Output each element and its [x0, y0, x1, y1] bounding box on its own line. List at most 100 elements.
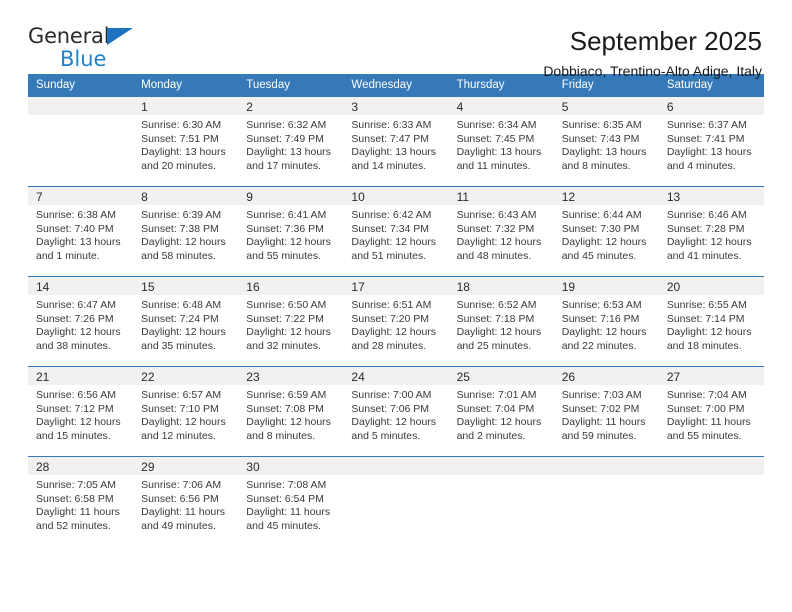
- daylight-text-line2: and 59 minutes.: [561, 429, 637, 442]
- calendar-page: General Blue September 2025 Dobbiaco, Tr…: [0, 0, 792, 612]
- calendar-day-cell[interactable]: 15 Sunrise: 6:48 AM Sunset: 7:24 PM Dayligh…: [133, 276, 239, 367]
- day-number: 28: [28, 457, 134, 475]
- sunrise-text: Sunrise: 6:32 AM: [246, 119, 327, 131]
- daylight-text-line1: Daylight: 12 hours: [456, 326, 542, 338]
- page-header: General Blue September 2025 Dobbiaco, Tr…: [28, 0, 764, 80]
- sunrise-text: Sunrise: 6:46 AM: [666, 209, 747, 221]
- calendar-day-cell[interactable]: 26 Sunrise: 7:03 AM Sunset: 7:02 PM Dayligh…: [553, 366, 659, 457]
- sunset-text: Sunset: 7:49 PM: [246, 132, 324, 145]
- calendar-day-cell[interactable]: 17 Sunrise: 6:51 AM Sunset: 7:20 PM Dayligh…: [343, 276, 449, 367]
- daylight-text-line1: Daylight: 12 hours: [141, 416, 226, 428]
- day-number: 29: [133, 457, 239, 475]
- calendar-day-cell[interactable]: 3 Sunrise: 6:33 AM Sunset: 7:47 PM Daylight…: [343, 96, 449, 187]
- daylight-text-line2: and 49 minutes.: [141, 519, 216, 532]
- calendar-day-cell[interactable]: 12 Sunrise: 6:44 AM Sunset: 7:30 PM Dayligh…: [553, 186, 659, 277]
- day-sun-info: Sunrise: 6:55 AM Sunset: 7:14 PM Daylight:…: [659, 295, 764, 353]
- calendar-day-cell[interactable]: 21 Sunrise: 6:56 AM Sunset: 7:12 PM Dayligh…: [28, 366, 134, 457]
- daylight-text-line2: and 45 minutes.: [561, 249, 637, 262]
- calendar-day-cell[interactable]: 16 Sunrise: 6:50 AM Sunset: 7:22 PM Dayligh…: [238, 276, 344, 367]
- calendar-day-cell[interactable]: 9 Sunrise: 6:41 AM Sunset: 7:36 PM Daylight…: [238, 186, 344, 277]
- calendar-day-cell[interactable]: 13 Sunrise: 6:46 AM Sunset: 7:28 PM Dayligh…: [658, 186, 764, 277]
- calendar-day-cell[interactable]: 14 Sunrise: 6:47 AM Sunset: 7:26 PM Dayligh…: [28, 276, 134, 367]
- calendar-day-cell[interactable]: 8 Sunrise: 6:39 AM Sunset: 7:38 PM Daylight…: [133, 186, 239, 277]
- day-number: 3: [343, 97, 449, 115]
- day-number: [28, 97, 134, 115]
- daylight-text-line2: and 15 minutes.: [36, 429, 111, 442]
- calendar-day-cell-empty: [553, 456, 659, 547]
- calendar-day-cell[interactable]: 29 Sunrise: 7:06 AM Sunset: 6:56 PM Dayligh…: [133, 456, 239, 547]
- daylight-text-line2: and 58 minutes.: [141, 249, 216, 262]
- day-number: 6: [658, 97, 764, 115]
- day-sun-info: Sunrise: 6:35 AM Sunset: 7:43 PM Daylight:…: [554, 115, 659, 173]
- daylight-text-line1: Daylight: 12 hours: [351, 416, 437, 428]
- calendar-day-cell[interactable]: 4 Sunrise: 6:34 AM Sunset: 7:45 PM Daylight…: [448, 96, 554, 187]
- daylight-text-line1: Daylight: 13 hours: [141, 146, 226, 158]
- sunset-text: Sunset: 7:24 PM: [141, 312, 219, 325]
- day-number: 2: [238, 97, 344, 115]
- daylight-text-line1: Daylight: 11 hours: [141, 506, 225, 518]
- sunset-text: Sunset: 7:43 PM: [561, 132, 640, 145]
- day-sun-info: Sunrise: 7:05 AM Sunset: 6:58 PM Daylight:…: [28, 475, 133, 533]
- calendar-day-cell[interactable]: 23 Sunrise: 6:59 AM Sunset: 7:08 PM Dayligh…: [238, 366, 344, 457]
- weekday-header-wednesday: Wednesday: [343, 74, 449, 97]
- calendar-day-cell[interactable]: 30 Sunrise: 7:08 AM Sunset: 6:54 PM Dayligh…: [238, 456, 344, 547]
- daylight-text-line2: and 28 minutes.: [351, 339, 427, 352]
- sunset-text: Sunset: 7:12 PM: [36, 402, 114, 415]
- day-number: 18: [448, 277, 554, 295]
- calendar-day-cell[interactable]: 11 Sunrise: 6:43 AM Sunset: 7:32 PM Dayligh…: [448, 186, 554, 277]
- daylight-text-line2: and 51 minutes.: [351, 249, 427, 262]
- calendar-day-cell[interactable]: 2 Sunrise: 6:32 AM Sunset: 7:49 PM Daylight…: [238, 96, 344, 187]
- sunrise-text: Sunrise: 6:44 AM: [561, 209, 642, 221]
- sunrise-text: Sunrise: 6:55 AM: [666, 299, 747, 311]
- sunrise-text: Sunrise: 7:06 AM: [141, 479, 222, 491]
- sunset-text: Sunset: 7:22 PM: [246, 312, 324, 325]
- daylight-text-line1: Daylight: 12 hours: [666, 236, 752, 248]
- title-block: September 2025 Dobbiaco, Trentino-Alto A…: [543, 26, 764, 80]
- sunset-text: Sunset: 7:45 PM: [456, 132, 535, 145]
- calendar-day-cell[interactable]: 18 Sunrise: 6:52 AM Sunset: 7:18 PM Dayligh…: [448, 276, 554, 367]
- logo-text-general: General: [28, 24, 110, 48]
- calendar-week-row: 1 Sunrise: 6:30 AM Sunset: 7:51 PM Daylight…: [28, 96, 764, 187]
- daylight-text-line2: and 55 minutes.: [666, 429, 742, 442]
- day-sun-info: Sunrise: 7:01 AM Sunset: 7:04 PM Daylight:…: [449, 385, 554, 443]
- sunrise-text: Sunrise: 7:03 AM: [561, 389, 642, 401]
- day-number: 20: [658, 277, 764, 295]
- weekday-header-thursday: Thursday: [448, 74, 554, 97]
- daylight-text-line1: Daylight: 12 hours: [246, 236, 331, 248]
- daylight-text-line1: Daylight: 11 hours: [561, 416, 646, 428]
- calendar-day-cell-empty: [28, 96, 134, 187]
- day-sun-info: Sunrise: 6:57 AM Sunset: 7:10 PM Daylight:…: [133, 385, 238, 443]
- sunrise-text: Sunrise: 7:04 AM: [666, 389, 747, 401]
- day-number: 4: [448, 97, 554, 115]
- calendar-day-cell[interactable]: 20 Sunrise: 6:55 AM Sunset: 7:14 PM Dayligh…: [658, 276, 764, 367]
- calendar-day-cell[interactable]: 25 Sunrise: 7:01 AM Sunset: 7:04 PM Dayligh…: [448, 366, 554, 457]
- calendar-day-cell[interactable]: 1 Sunrise: 6:30 AM Sunset: 7:51 PM Daylight…: [133, 96, 239, 187]
- calendar-day-cell[interactable]: 6 Sunrise: 6:37 AM Sunset: 7:41 PM Daylight…: [658, 96, 764, 187]
- calendar-day-cell[interactable]: 10 Sunrise: 6:42 AM Sunset: 7:34 PM Dayligh…: [343, 186, 449, 277]
- day-number: [553, 457, 659, 475]
- day-number: 16: [238, 277, 344, 295]
- calendar-day-cell[interactable]: 28 Sunrise: 7:05 AM Sunset: 6:58 PM Dayligh…: [28, 456, 134, 547]
- calendar-day-cell[interactable]: 5 Sunrise: 6:35 AM Sunset: 7:43 PM Daylight…: [553, 96, 659, 187]
- calendar-day-cell[interactable]: 19 Sunrise: 6:53 AM Sunset: 7:16 PM Dayligh…: [553, 276, 659, 367]
- calendar-day-cell[interactable]: 22 Sunrise: 6:57 AM Sunset: 7:10 PM Dayligh…: [133, 366, 239, 457]
- sunrise-text: Sunrise: 7:05 AM: [36, 479, 116, 491]
- day-sun-info: Sunrise: 7:04 AM Sunset: 7:00 PM Daylight:…: [659, 385, 764, 443]
- day-sun-info: Sunrise: 6:56 AM Sunset: 7:12 PM Daylight:…: [28, 385, 133, 443]
- daylight-text-line1: Daylight: 12 hours: [456, 416, 542, 428]
- day-sun-info: Sunrise: 6:33 AM Sunset: 7:47 PM Daylight:…: [343, 115, 448, 173]
- daylight-text-line1: Daylight: 12 hours: [351, 236, 437, 248]
- calendar-body: 1 Sunrise: 6:30 AM Sunset: 7:51 PM Daylight…: [28, 96, 764, 547]
- sunset-text: Sunset: 7:08 PM: [246, 402, 324, 415]
- calendar-day-cell[interactable]: 24 Sunrise: 7:00 AM Sunset: 7:06 PM Dayligh…: [343, 366, 449, 457]
- calendar-day-cell[interactable]: 27 Sunrise: 7:04 AM Sunset: 7:00 PM Dayligh…: [658, 366, 764, 457]
- calendar-day-cell[interactable]: 7 Sunrise: 6:38 AM Sunset: 7:40 PM Daylight…: [28, 186, 134, 277]
- daylight-text-line2: and 32 minutes.: [246, 339, 321, 352]
- day-number: 30: [238, 457, 344, 475]
- sunset-text: Sunset: 7:10 PM: [141, 402, 219, 415]
- general-blue-logo[interactable]: General Blue: [28, 24, 134, 70]
- daylight-text-line2: and 35 minutes.: [141, 339, 216, 352]
- sunrise-text: Sunrise: 6:56 AM: [36, 389, 116, 401]
- daylight-text-line2: and 14 minutes.: [351, 159, 427, 172]
- day-number: 1: [133, 97, 239, 115]
